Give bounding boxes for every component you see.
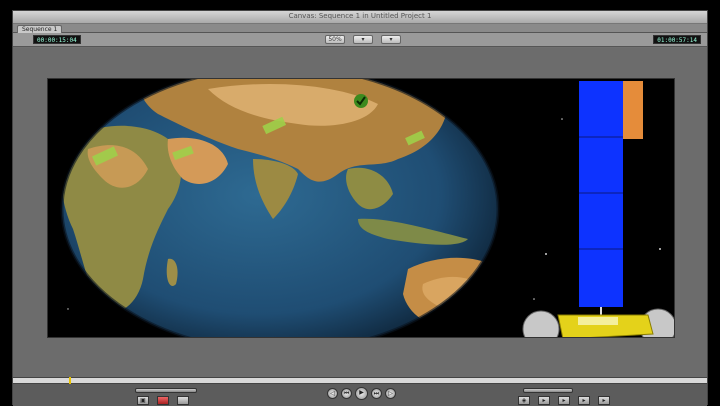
mark-in-button[interactable] <box>157 396 169 405</box>
play-around-icon: ▷ <box>388 390 393 397</box>
play-in-to-out-icon: ◁ <box>330 390 335 397</box>
mark-out-button[interactable] <box>177 396 189 405</box>
next-edit-icon: ⏭ <box>373 390 380 397</box>
window-title: Canvas: Sequence 1 in Untitled Project 1 <box>288 12 432 20</box>
duration-timecode[interactable]: 00:00:15:04 <box>33 35 81 44</box>
next-edit-button[interactable]: ⏭ <box>371 388 382 399</box>
scrubber-bar[interactable] <box>13 377 707 385</box>
video-frame <box>60 79 674 337</box>
viewer-area <box>13 48 707 381</box>
add-edit-button[interactable]: ▸ <box>538 396 550 405</box>
transport-controls: ▣ ◁ ⏮ ▶ ⏭ ▷ ◈ ▸ ▸ ▸ ▸ <box>13 384 707 406</box>
insert-edit-button[interactable]: ▸ <box>558 396 570 405</box>
tab-bar: Sequence 1 <box>13 24 707 33</box>
zoom-popup[interactable]: 50% <box>325 35 345 44</box>
match-frame-button[interactable]: ◈ <box>518 396 530 405</box>
title-bar[interactable]: Canvas: Sequence 1 in Untitled Project 1 <box>13 11 707 24</box>
screen: Canvas: Sequence 1 in Untitled Project 1… <box>0 0 720 406</box>
tab-sequence-1[interactable]: Sequence 1 <box>17 25 63 33</box>
canvas-toolbar: 00:00:15:04 50% ▾ ▾ 01:00:57:14 <box>13 33 707 47</box>
play-around-button[interactable]: ▷ <box>385 388 396 399</box>
overlay-popup[interactable]: ▾ <box>381 35 401 44</box>
video-canvas[interactable] <box>47 78 675 338</box>
previous-edit-button[interactable]: ⏮ <box>341 388 352 399</box>
shuttle-control[interactable] <box>135 388 197 393</box>
play-in-to-out-button[interactable]: ◁ <box>327 388 338 399</box>
satellite-body <box>522 308 674 337</box>
view-popup[interactable]: ▾ <box>353 35 373 44</box>
play-icon: ▶ <box>359 389 364 396</box>
play-button[interactable]: ▶ <box>355 387 368 400</box>
satellite-solar-panel <box>579 81 643 315</box>
overwrite-edit-button[interactable]: ▸ <box>578 396 590 405</box>
canvas-window: Canvas: Sequence 1 in Untitled Project 1… <box>12 10 708 406</box>
mark-clip-button[interactable]: ▣ <box>137 396 149 405</box>
earth-globe <box>60 79 500 337</box>
current-timecode[interactable]: 01:00:57:14 <box>653 35 701 44</box>
previous-edit-icon: ⏮ <box>343 390 350 397</box>
jog-control[interactable] <box>523 388 573 393</box>
replace-edit-button[interactable]: ▸ <box>598 396 610 405</box>
